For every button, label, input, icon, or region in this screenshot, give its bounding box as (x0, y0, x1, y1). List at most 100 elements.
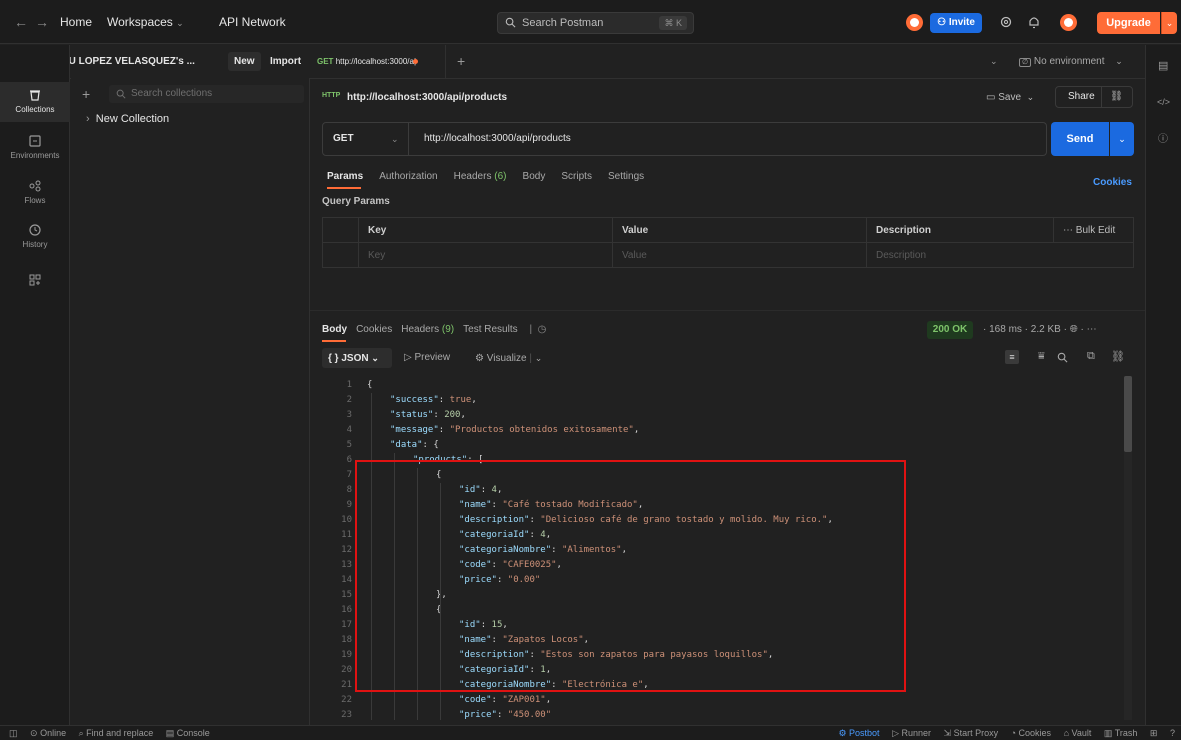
globe-icon[interactable]: 🌐︎ (1070, 324, 1078, 335)
wrap-lines-icon[interactable]: ≡ (1005, 350, 1019, 364)
console-button[interactable]: ▤ Console (166, 728, 210, 738)
info-icon[interactable]: ⓘ (1158, 130, 1168, 145)
send-dropdown-icon[interactable]: ⌄ (1110, 122, 1134, 156)
import-button[interactable]: Import (264, 52, 307, 71)
response-divider[interactable] (310, 310, 1145, 311)
search-icon[interactable] (1057, 352, 1068, 363)
rail-flows[interactable]: Flows (0, 173, 70, 213)
tab-headers[interactable]: Headers (6) (454, 171, 507, 182)
save-button[interactable]: ▭ Save ⌄ (986, 88, 1034, 107)
value-input[interactable]: Value (622, 243, 647, 268)
layout-icon[interactable]: ⊞ (1150, 728, 1158, 738)
url-input[interactable]: http://localhost:3000/api/products (424, 123, 571, 155)
resp-tab-test-results[interactable]: Test Results (463, 324, 517, 335)
send-button[interactable]: Send (1051, 122, 1109, 156)
visualize-button[interactable]: ⚙︎ Visualize | ⌄ (475, 348, 542, 369)
tab-params[interactable]: Params (327, 171, 363, 182)
code-token: : { (422, 440, 439, 450)
global-search[interactable]: Search Postman ⌘ K (497, 12, 694, 34)
filter-icon[interactable]: ⩸ (1038, 350, 1045, 363)
line-number: 14 (341, 575, 352, 585)
request-tab[interactable]: GET http://localhost:3000/a| (310, 45, 446, 78)
settings-gear-icon[interactable] (999, 15, 1013, 29)
visualize-icon: ⚙︎ (475, 353, 484, 364)
braces-icon: { } (328, 353, 339, 364)
method-select[interactable]: GET (333, 123, 354, 155)
online-label: Online (40, 728, 67, 738)
upgrade-dropdown-icon[interactable]: ⌄ (1161, 12, 1177, 34)
postbot-label: Postbot (849, 728, 880, 738)
preview-button[interactable]: ▷ Preview (404, 348, 450, 368)
tab-authorization[interactable]: Authorization (379, 171, 437, 182)
copy-icon[interactable]: ⧉ (1087, 350, 1095, 363)
new-button[interactable]: New (228, 52, 261, 71)
toggle-sidebar-icon[interactable]: ◫ (9, 728, 18, 738)
collection-item[interactable]: › New Collection (86, 113, 169, 125)
tab-body[interactable]: Body (523, 171, 546, 182)
rail-collections[interactable]: Collections (0, 82, 70, 122)
link-icon[interactable]: ⛓ (1111, 350, 1125, 363)
rail-environments[interactable]: Environments (0, 128, 70, 168)
collections-search-input[interactable]: Search collections (109, 85, 304, 103)
status-bar: ◫ ⊙ Online ⌕ Find and replace ▤ Console … (0, 725, 1181, 740)
documentation-icon[interactable]: ▤ (1158, 59, 1168, 72)
rail-add-workbench[interactable] (0, 267, 70, 307)
invite-button[interactable]: ⚇ Invite (930, 13, 982, 33)
code-snippet-icon[interactable]: </> (1157, 97, 1170, 107)
response-size[interactable]: 2.2 KB (1031, 324, 1061, 335)
rail-history-label: History (22, 240, 48, 249)
key-input[interactable]: Key (368, 243, 385, 268)
cookies-link[interactable]: Cookies (1093, 177, 1132, 188)
upgrade-button[interactable]: Upgrade (1097, 12, 1160, 34)
start-proxy-button[interactable]: ⇲ Start Proxy (944, 728, 999, 738)
search-icon (116, 89, 126, 99)
status-badge[interactable]: 200 OK (927, 321, 973, 339)
response-time[interactable]: 168 ms (989, 324, 1022, 335)
nav-workspaces[interactable]: Workspaces ⌄ (107, 0, 184, 44)
description-input[interactable]: Description (876, 243, 926, 268)
resp-tab-cookies[interactable]: Cookies (356, 324, 392, 335)
runner-button[interactable]: ▷ Runner (892, 728, 931, 738)
cookies-button[interactable]: ◔ Cookies (1011, 728, 1051, 738)
postman-logo-icon[interactable] (906, 14, 923, 31)
bulk-edit-button[interactable]: ⋯ Bulk Edit (1063, 218, 1115, 243)
postbot-button[interactable]: ⚙︎ Postbot (838, 728, 879, 738)
col-description: Description (876, 225, 932, 236)
user-avatar[interactable] (1060, 14, 1077, 31)
resp-tab-body[interactable]: Body (322, 324, 347, 335)
tabs-overflow-chevron-icon[interactable]: ⌄ (990, 45, 998, 78)
environment-selector[interactable]: ∅ No environment ⌄ (1019, 45, 1123, 78)
code-text: "price": "450.00" (459, 708, 551, 720)
add-collection-plus-icon[interactable]: + (82, 85, 90, 103)
forward-arrow-icon[interactable]: → (35, 0, 49, 44)
new-tab-plus-icon[interactable]: + (457, 45, 465, 78)
code-token: : (433, 410, 445, 420)
back-arrow-icon[interactable]: ← (14, 0, 28, 44)
nav-api-network[interactable]: API Network (219, 0, 286, 44)
notifications-bell-icon[interactable] (1028, 15, 1040, 29)
resp-tab-headers[interactable]: Headers (9) (401, 324, 454, 335)
tab-scripts[interactable]: Scripts (561, 171, 592, 182)
vault-button[interactable]: ⌂ Vault (1064, 728, 1092, 738)
code-token: "message" (390, 425, 439, 435)
search-shortcut: ⌘ K (659, 16, 687, 30)
find-replace-button[interactable]: ⌕ Find and replace (79, 728, 154, 738)
tab-settings[interactable]: Settings (608, 171, 644, 182)
save-icon: ▭ (986, 92, 996, 103)
history-icon[interactable]: | ◷ (527, 324, 546, 335)
nav-home[interactable]: Home (60, 0, 92, 44)
unsaved-dot-icon (413, 59, 418, 64)
line-number: 20 (341, 665, 352, 675)
rail-history[interactable]: History (0, 217, 70, 257)
help-icon[interactable]: ? (1170, 728, 1175, 738)
more-icon[interactable]: ⋯ (1087, 324, 1097, 335)
chevron-down-icon[interactable]: ⌄ (391, 123, 399, 155)
col-value: Value (622, 225, 649, 236)
format-select[interactable]: { } JSON ⌄ (322, 348, 392, 368)
scrollbar-thumb[interactable] (1124, 376, 1132, 452)
request-title[interactable]: http://localhost:3000/api/products (347, 92, 507, 103)
trash-button[interactable]: ▥ Trash (1104, 728, 1138, 738)
online-status[interactable]: ⊙ Online (30, 728, 66, 738)
share-button[interactable]: Share ⛓ (1055, 86, 1133, 108)
code-token: "price" (459, 710, 497, 720)
